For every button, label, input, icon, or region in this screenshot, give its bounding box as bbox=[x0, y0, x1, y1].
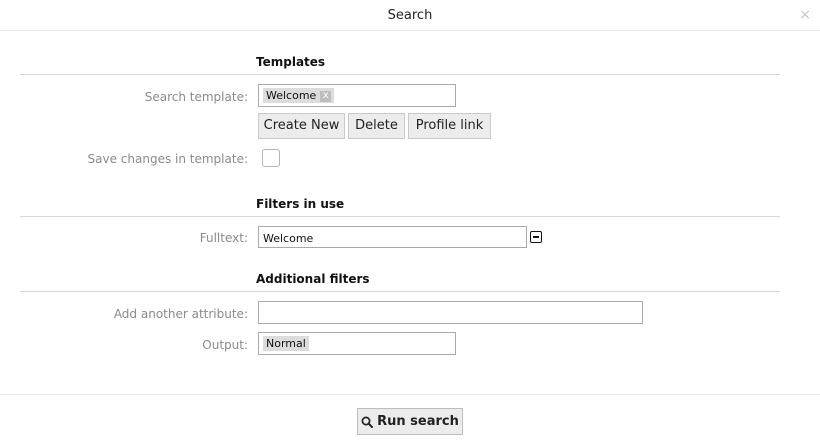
output-tag: Normal bbox=[263, 336, 309, 351]
search-template-select[interactable]: Welcome x bbox=[258, 84, 456, 107]
fulltext-label: Fulltext: bbox=[199, 231, 248, 245]
close-icon[interactable]: × bbox=[799, 8, 811, 22]
dialog-titlebar: Search × bbox=[0, 0, 820, 31]
search-template-label: Search template: bbox=[144, 90, 248, 104]
add-attribute-label: Add another attribute: bbox=[113, 307, 248, 321]
section-divider bbox=[20, 216, 780, 217]
run-search-button[interactable]: Run search bbox=[357, 408, 463, 435]
remove-filter-icon[interactable] bbox=[530, 231, 542, 243]
save-changes-label: Save changes in template: bbox=[87, 152, 248, 166]
search-template-tag-label: Welcome bbox=[266, 89, 317, 102]
footer-divider bbox=[0, 394, 820, 395]
create-new-button[interactable]: Create New bbox=[258, 113, 345, 139]
templates-heading: Templates bbox=[256, 55, 326, 69]
run-search-label: Run search bbox=[377, 414, 459, 429]
output-select[interactable]: Normal bbox=[258, 332, 456, 355]
section-divider bbox=[20, 291, 780, 292]
delete-button[interactable]: Delete bbox=[348, 113, 405, 139]
add-attribute-input[interactable] bbox=[259, 303, 642, 324]
fulltext-input[interactable] bbox=[259, 228, 526, 249]
save-changes-checkbox[interactable] bbox=[262, 149, 280, 167]
search-icon bbox=[361, 416, 374, 428]
dialog-title: Search bbox=[387, 8, 433, 23]
section-divider bbox=[20, 74, 780, 75]
search-template-tag: Welcome x bbox=[263, 88, 335, 103]
output-label: Output: bbox=[202, 338, 248, 352]
remove-tag-icon[interactable]: x bbox=[320, 91, 332, 102]
filters-in-use-heading: Filters in use bbox=[256, 197, 345, 211]
additional-filters-heading: Additional filters bbox=[256, 272, 370, 286]
profile-link-button[interactable]: Profile link bbox=[408, 113, 491, 139]
fulltext-input-wrapper bbox=[258, 226, 527, 249]
add-attribute-wrapper bbox=[258, 301, 643, 324]
